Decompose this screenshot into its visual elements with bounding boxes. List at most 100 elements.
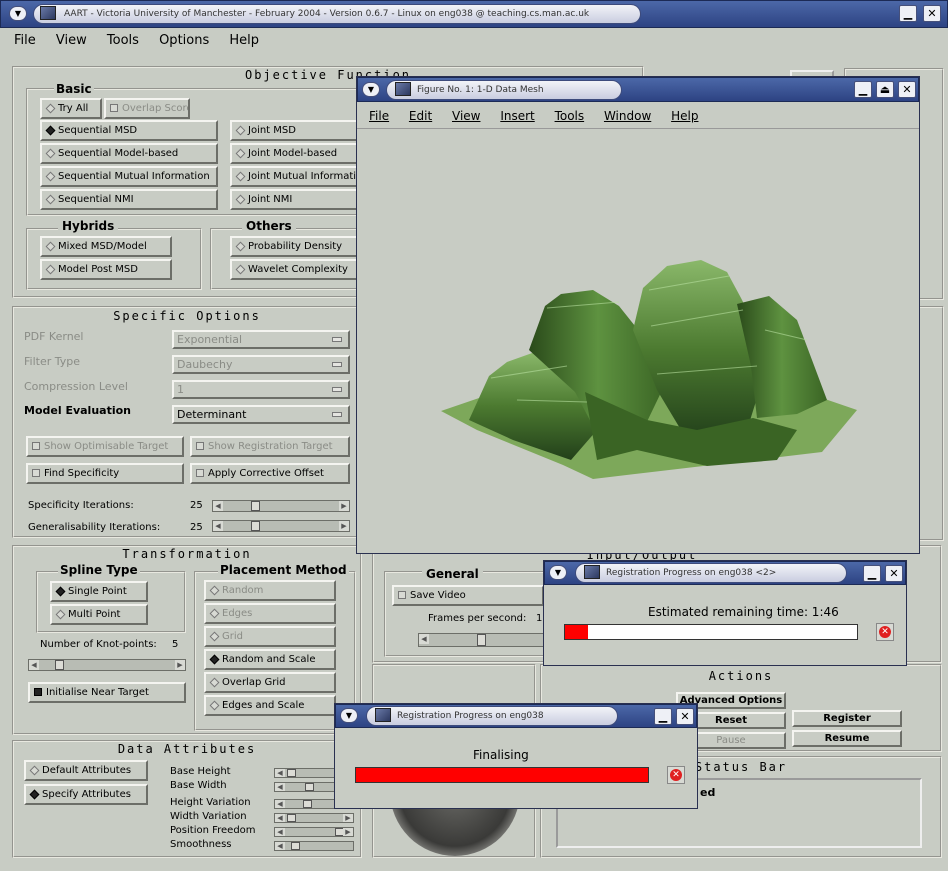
slider-left-arrow[interactable]: ◀ bbox=[419, 634, 429, 644]
sequential-mutual-information-radio[interactable]: Sequential Mutual Information bbox=[40, 166, 218, 187]
placement-random-radio[interactable]: Random bbox=[204, 580, 336, 601]
window-menu-icon[interactable]: ▼ bbox=[362, 82, 380, 97]
menu-help[interactable]: Help bbox=[229, 33, 259, 48]
placement-overlap-grid-radio[interactable]: Overlap Grid bbox=[204, 672, 336, 693]
slider-thumb[interactable] bbox=[477, 634, 486, 646]
find-specificity-checkbox[interactable]: Find Specificity bbox=[26, 463, 184, 484]
joint-nmi-radio[interactable]: Joint NMI bbox=[230, 189, 362, 210]
figure-menu-window[interactable]: Window bbox=[604, 109, 651, 123]
placement-edges-and-scale-radio[interactable]: Edges and Scale bbox=[204, 695, 336, 716]
slider-thumb[interactable] bbox=[251, 521, 260, 531]
slider-thumb[interactable] bbox=[303, 800, 312, 808]
slider-left-arrow[interactable]: ◀ bbox=[275, 800, 285, 808]
joint-mutual-information-radio[interactable]: Joint Mutual Information bbox=[230, 166, 362, 187]
figure-menu-tools[interactable]: Tools bbox=[555, 109, 585, 123]
minimize-button[interactable]: ▁ bbox=[654, 708, 672, 725]
model-post-msd-radio[interactable]: Model Post MSD bbox=[40, 259, 172, 280]
knot-points-slider[interactable]: ◀ ▶ bbox=[28, 659, 186, 671]
sequential-msd-radio[interactable]: Sequential MSD bbox=[40, 120, 218, 141]
compression-level-combo[interactable]: 1 bbox=[172, 380, 350, 399]
slider-left-arrow[interactable]: ◀ bbox=[275, 769, 285, 777]
menu-view[interactable]: View bbox=[56, 33, 87, 48]
slider-thumb[interactable] bbox=[55, 660, 64, 670]
placement-grid-radio[interactable]: Grid bbox=[204, 626, 336, 647]
slider-thumb[interactable] bbox=[287, 814, 296, 822]
register-button[interactable]: Register bbox=[792, 710, 902, 727]
close-button[interactable]: ✕ bbox=[923, 5, 941, 22]
joint-model-based-radio[interactable]: Joint Model-based bbox=[230, 143, 362, 164]
pdf-kernel-combo[interactable]: Exponential bbox=[172, 330, 350, 349]
menu-tools[interactable]: Tools bbox=[107, 33, 139, 48]
progress-2-cancel-button[interactable]: ✕ bbox=[667, 766, 685, 784]
position-freedom-slider[interactable]: ◀ ▶ bbox=[274, 827, 354, 837]
window-menu-icon[interactable]: ▼ bbox=[549, 565, 567, 580]
menu-options[interactable]: Options bbox=[159, 33, 209, 48]
window-menu-icon[interactable]: ▼ bbox=[9, 6, 27, 21]
slider-left-arrow[interactable]: ◀ bbox=[275, 783, 285, 791]
slider-left-arrow[interactable]: ◀ bbox=[213, 521, 223, 531]
slider-right-arrow[interactable]: ▶ bbox=[343, 828, 353, 836]
multi-point-radio[interactable]: Multi Point bbox=[50, 604, 148, 625]
maximize-button[interactable]: ⏏ bbox=[876, 81, 894, 98]
single-point-radio[interactable]: Single Point bbox=[50, 581, 148, 602]
frames-per-second-slider[interactable]: ◀ bbox=[418, 633, 546, 647]
slider-left-arrow[interactable]: ◀ bbox=[213, 501, 223, 511]
wavelet-complexity-radio[interactable]: Wavelet Complexity bbox=[230, 259, 362, 280]
initialise-near-target-checkbox[interactable]: Initialise Near Target bbox=[28, 682, 186, 703]
progress-window-1-titlebar[interactable]: ▼ Registration Progress on eng038 <2> ▁ … bbox=[544, 561, 906, 585]
specify-attributes-radio[interactable]: Specify Attributes bbox=[24, 784, 148, 805]
mixed-msd-model-radio[interactable]: Mixed MSD/Model bbox=[40, 236, 172, 257]
menu-file[interactable]: File bbox=[14, 33, 36, 48]
figure-canvas[interactable] bbox=[357, 130, 919, 553]
show-optimisable-target-checkbox[interactable]: Show Optimisable Target bbox=[26, 436, 184, 457]
pdf-kernel-label: PDF Kernel bbox=[24, 330, 84, 343]
overlap-scores-checkbox[interactable]: Overlap Scores bbox=[104, 98, 190, 119]
close-button[interactable]: ✕ bbox=[898, 81, 916, 98]
minimize-button[interactable]: ▁ bbox=[854, 81, 872, 98]
figure-menu-help[interactable]: Help bbox=[671, 109, 698, 123]
apply-corrective-offset-checkbox[interactable]: Apply Corrective Offset bbox=[190, 463, 350, 484]
slider-right-arrow[interactable]: ▶ bbox=[339, 501, 349, 511]
slider-right-arrow[interactable]: ▶ bbox=[175, 660, 185, 670]
generalisability-iterations-slider[interactable]: ◀ ▶ bbox=[212, 520, 350, 532]
resume-button[interactable]: Resume bbox=[792, 730, 902, 747]
minimize-button[interactable]: ▁ bbox=[899, 5, 917, 22]
filter-type-combo[interactable]: Daubechy bbox=[172, 355, 350, 374]
figure-titlebar[interactable]: ▼ Figure No. 1: 1-D Data Mesh ▁ ⏏ ✕ bbox=[357, 77, 919, 102]
model-evaluation-combo[interactable]: Determinant bbox=[172, 405, 350, 424]
slider-thumb[interactable] bbox=[287, 769, 296, 777]
default-attributes-radio[interactable]: Default Attributes bbox=[24, 760, 148, 781]
slider-thumb[interactable] bbox=[305, 783, 314, 791]
slider-left-arrow[interactable]: ◀ bbox=[275, 814, 285, 822]
close-button[interactable]: ✕ bbox=[885, 565, 903, 582]
figure-menu-file[interactable]: File bbox=[369, 109, 389, 123]
minimize-button[interactable]: ▁ bbox=[863, 565, 881, 582]
placement-edges-radio[interactable]: Edges bbox=[204, 603, 336, 624]
progress-window-2-titlebar[interactable]: ▼ Registration Progress on eng038 ▁ ✕ bbox=[335, 704, 697, 728]
figure-menu-view[interactable]: View bbox=[452, 109, 480, 123]
figure-menu-edit[interactable]: Edit bbox=[409, 109, 432, 123]
slider-thumb[interactable] bbox=[291, 842, 300, 850]
sequential-nmi-radio[interactable]: Sequential NMI bbox=[40, 189, 218, 210]
slider-left-arrow[interactable]: ◀ bbox=[29, 660, 39, 670]
sequential-model-based-radio[interactable]: Sequential Model-based bbox=[40, 143, 218, 164]
figure-menu-insert[interactable]: Insert bbox=[500, 109, 534, 123]
joint-msd-radio[interactable]: Joint MSD bbox=[230, 120, 362, 141]
slider-left-arrow[interactable]: ◀ bbox=[275, 828, 285, 836]
close-button[interactable]: ✕ bbox=[676, 708, 694, 725]
slider-right-arrow[interactable]: ▶ bbox=[343, 814, 353, 822]
smoothness-slider[interactable]: ◀ bbox=[274, 841, 354, 851]
window-menu-icon[interactable]: ▼ bbox=[340, 708, 358, 723]
width-variation-slider[interactable]: ◀ ▶ bbox=[274, 813, 354, 823]
main-titlebar[interactable]: ▼ AART - Victoria University of Manchest… bbox=[0, 0, 948, 28]
progress-1-cancel-button[interactable]: ✕ bbox=[876, 623, 894, 641]
slider-left-arrow[interactable]: ◀ bbox=[275, 842, 285, 850]
show-registration-target-checkbox[interactable]: Show Registration Target bbox=[190, 436, 350, 457]
specificity-iterations-slider[interactable]: ◀ ▶ bbox=[212, 500, 350, 512]
try-all-checkbox[interactable]: Try All bbox=[40, 98, 102, 119]
placement-random-and-scale-radio[interactable]: Random and Scale bbox=[204, 649, 336, 670]
probability-density-radio[interactable]: Probability Density bbox=[230, 236, 362, 257]
save-video-checkbox[interactable]: Save Video bbox=[392, 585, 544, 606]
slider-right-arrow[interactable]: ▶ bbox=[339, 521, 349, 531]
slider-thumb[interactable] bbox=[251, 501, 260, 511]
